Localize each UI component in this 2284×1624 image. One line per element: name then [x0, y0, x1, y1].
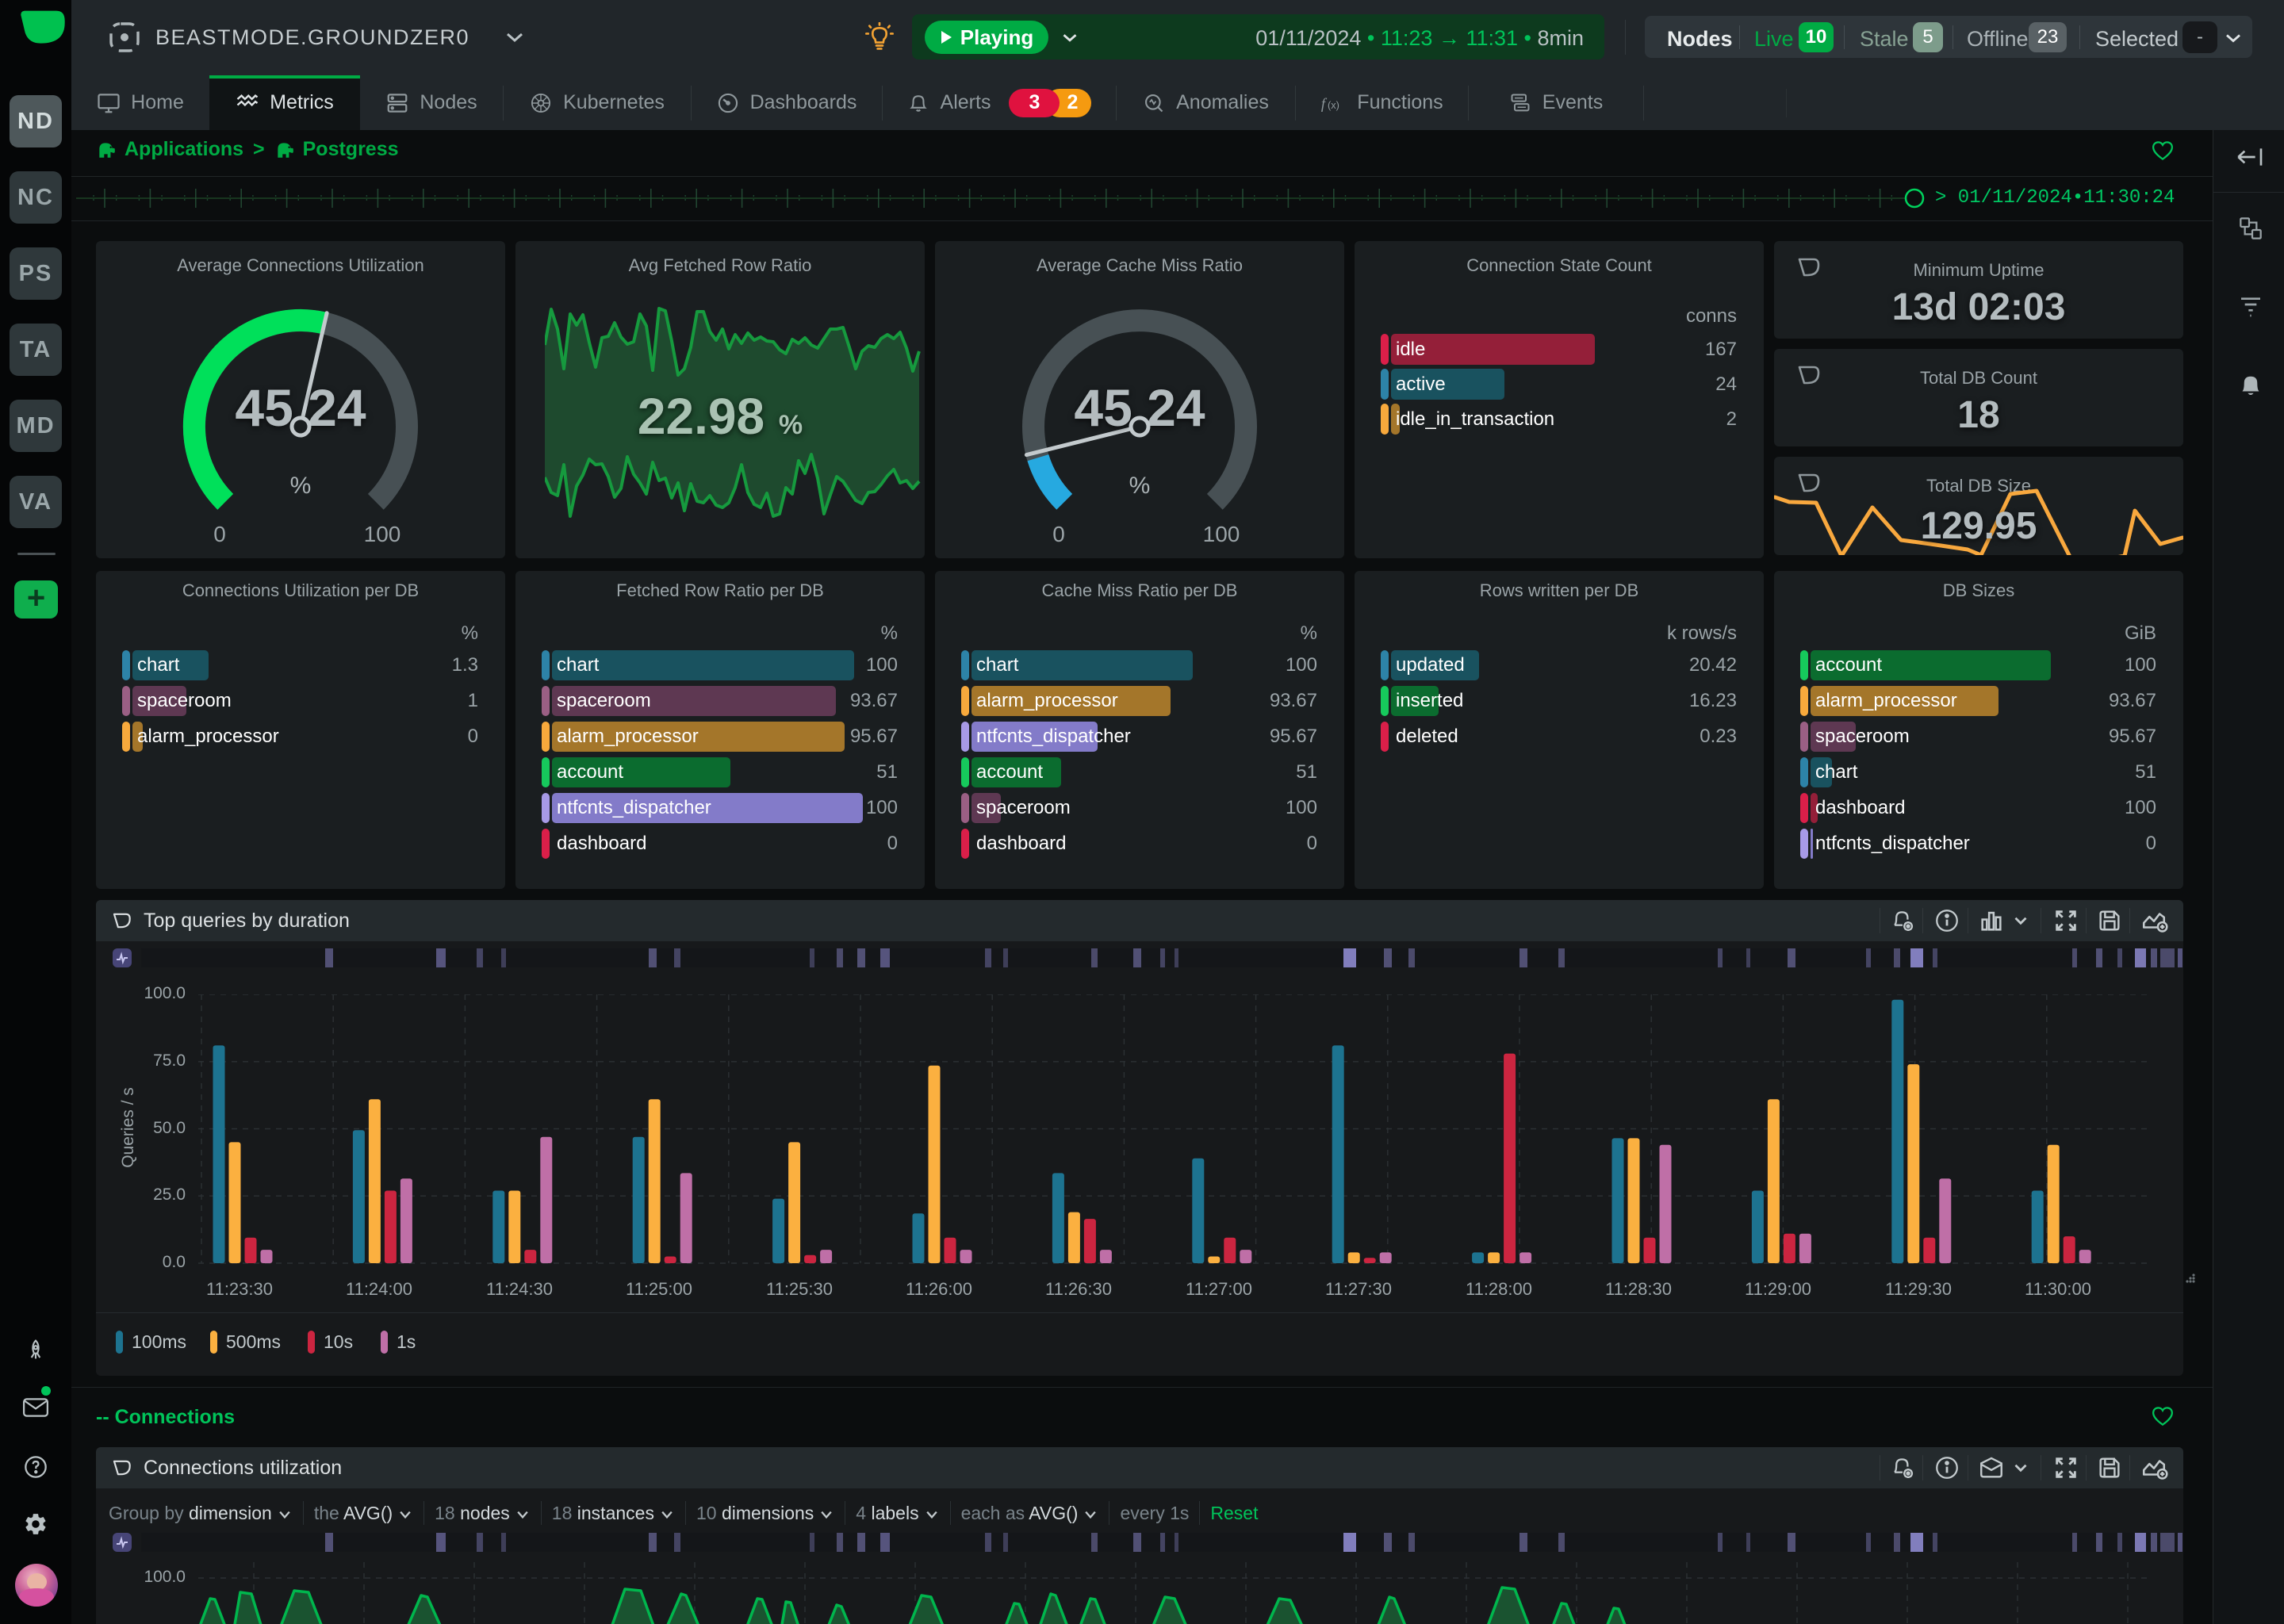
svg-text:(x): (x)	[1328, 99, 1339, 111]
svg-text:f: f	[1321, 96, 1328, 113]
